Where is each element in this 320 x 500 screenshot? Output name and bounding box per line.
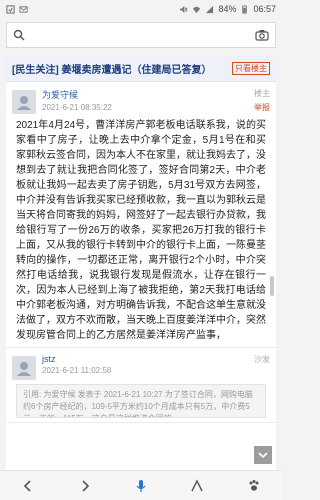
wifi-icon xyxy=(193,6,201,13)
post-op: 为爱守候 2021-6-21 08:35:22 楼主 举报 2021年4月24号… xyxy=(6,82,276,348)
post-reply: jstz 2021-6-21 11:02:58 沙发 引用: 为爱守候 发表于 … xyxy=(6,348,276,423)
forward-arrow-icon xyxy=(82,479,89,492)
user-avatar-icon xyxy=(17,362,31,376)
back-arrow-icon xyxy=(24,479,31,492)
tabs-button[interactable] xyxy=(182,474,212,498)
post-author[interactable]: 为爱守候 xyxy=(42,88,248,101)
signal-icon xyxy=(206,5,214,13)
thread-title-bar: [民生关注] 姜堰卖房遭遇记（住建局已答复） 只看楼主 xyxy=(6,56,276,82)
scroll-handle[interactable] xyxy=(270,276,274,296)
camera-icon[interactable] xyxy=(255,29,269,41)
voice-button[interactable] xyxy=(126,474,156,498)
user-avatar-icon xyxy=(17,96,31,110)
notification-icon xyxy=(6,4,15,14)
only-op-button[interactable]: 只看楼主 xyxy=(232,62,270,75)
battery-icon xyxy=(242,4,248,14)
thread-title: [民生关注] 姜堰卖房遭遇记（住建局已答复） xyxy=(12,65,212,76)
status-left xyxy=(6,4,28,14)
mute-icon xyxy=(180,5,188,13)
post-author[interactable]: jstz xyxy=(42,354,248,364)
search-bar[interactable] xyxy=(6,22,276,48)
battery-level: 84% xyxy=(218,4,237,14)
forward-button[interactable] xyxy=(70,474,100,498)
tabs-icon xyxy=(191,478,203,491)
quote-box: 引用: 为爱守候 发表于 2021-6-21 10:27 为了签订合同，网购电脑… xyxy=(16,384,266,418)
report-link[interactable]: 举报 xyxy=(254,102,270,113)
search-icon[interactable] xyxy=(13,29,25,41)
avatar[interactable] xyxy=(12,356,36,380)
search-input[interactable] xyxy=(31,26,249,44)
post-body: 2021年4月24号，曹洋洋房产郭老板电话联系我，说的买家看中了房子，让晚上去中… xyxy=(16,120,266,341)
post-time: 2021-6-21 11:02:58 xyxy=(42,366,112,375)
scroll-top-button[interactable] xyxy=(254,446,272,464)
paw-icon xyxy=(249,479,259,491)
mail-icon xyxy=(19,5,28,13)
bottom-nav xyxy=(0,470,282,500)
post-side: 沙发 xyxy=(254,354,270,365)
forum-page: [民生关注] 姜堰卖房遭遇记（住建局已答复） 只看楼主 为爱守候 2021-6-… xyxy=(6,56,276,470)
mic-icon xyxy=(136,479,146,492)
back-button[interactable] xyxy=(13,474,43,498)
avatar[interactable] xyxy=(12,90,36,114)
floor-label: 沙发 xyxy=(254,355,270,364)
post-time: 2021-6-21 08:35:22 xyxy=(42,103,112,112)
status-right: 84% 06:57 xyxy=(179,4,276,14)
clock: 06:57 xyxy=(253,4,276,14)
post-header: jstz 2021-6-21 11:02:58 沙发 xyxy=(12,354,270,380)
floor-label: 楼主 xyxy=(254,89,270,98)
post-side: 楼主 举报 xyxy=(254,88,270,113)
chevron-down-icon xyxy=(258,452,268,459)
paw-button[interactable] xyxy=(239,474,269,498)
status-bar: 84% 06:57 xyxy=(0,0,282,18)
post-meta: jstz 2021-6-21 11:02:58 xyxy=(42,354,248,375)
post-header: 为爱守候 2021-6-21 08:35:22 楼主 举报 xyxy=(12,88,270,114)
post-meta: 为爱守候 2021-6-21 08:35:22 xyxy=(42,88,248,112)
